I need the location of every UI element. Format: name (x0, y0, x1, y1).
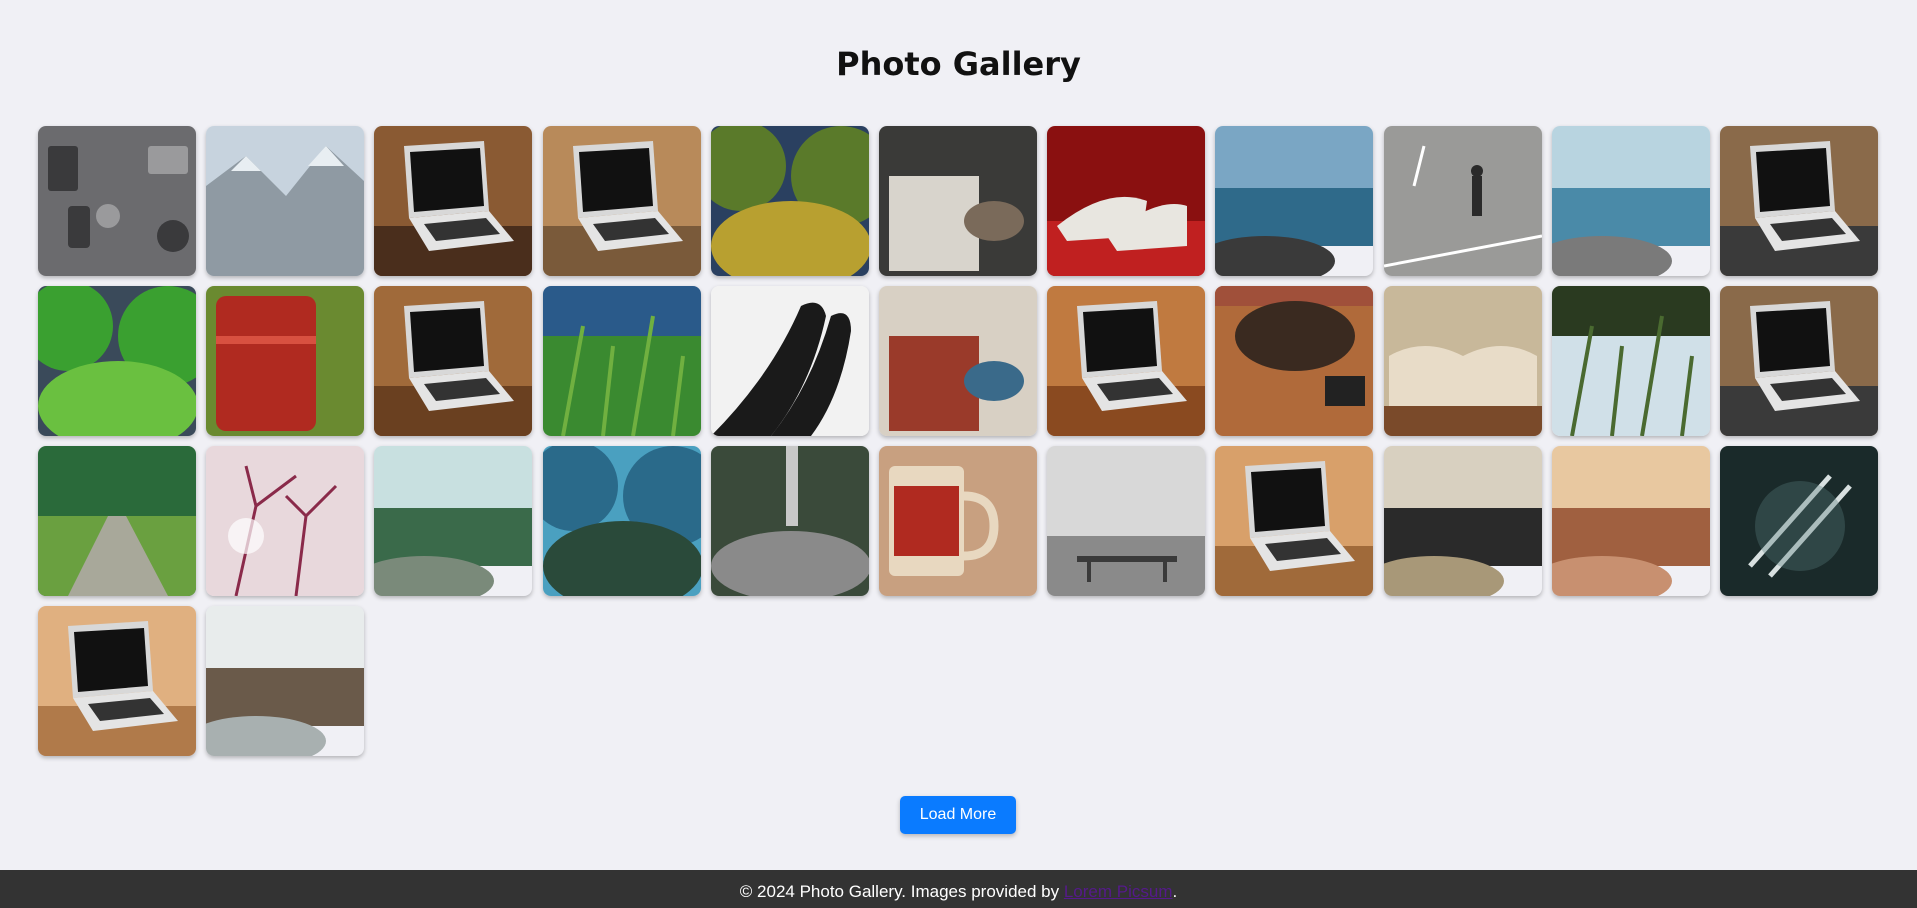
gallery-photo[interactable] (1719, 286, 1878, 436)
gallery-photo[interactable] (206, 606, 365, 756)
photo-image (542, 126, 701, 276)
gallery-photo[interactable] (38, 126, 196, 276)
gallery-photo[interactable] (1047, 446, 1206, 596)
gallery-photo[interactable] (374, 286, 533, 436)
gallery-photo[interactable] (374, 126, 533, 276)
photo-image (206, 446, 365, 596)
photo-image (710, 126, 869, 276)
photo-image (878, 126, 1037, 276)
gallery-photo[interactable] (878, 286, 1037, 436)
gallery-photo[interactable] (206, 126, 365, 276)
gallery-photo[interactable] (542, 446, 701, 596)
photo-image (710, 446, 869, 596)
gallery-photo[interactable] (1215, 446, 1374, 596)
gallery-photo[interactable] (710, 446, 869, 596)
photo-image (1551, 286, 1710, 436)
gallery-photo[interactable] (542, 126, 701, 276)
photo-image (1719, 286, 1878, 436)
gallery-photo[interactable] (38, 286, 196, 436)
gallery-photo[interactable] (1215, 126, 1374, 276)
photo-image (1047, 126, 1206, 276)
photo-image (1047, 446, 1206, 596)
gallery-photo[interactable] (1719, 126, 1878, 276)
footer-credit-link[interactable]: Lorem Picsum (1064, 882, 1173, 901)
gallery-photo[interactable] (1047, 126, 1206, 276)
photo-image (878, 446, 1037, 596)
footer-text-end: . (1172, 882, 1178, 901)
gallery-photo[interactable] (1383, 446, 1542, 596)
gallery-photo[interactable] (1047, 286, 1206, 436)
photo-image (1047, 286, 1206, 436)
gallery-photo[interactable] (878, 126, 1037, 276)
photo-image (542, 286, 701, 436)
gallery-photo[interactable] (206, 446, 365, 596)
photo-grid (38, 126, 1878, 756)
gallery-photo[interactable] (38, 446, 196, 596)
photo-image (374, 286, 533, 436)
photo-image (1719, 446, 1878, 596)
load-more-button[interactable]: Load More (900, 796, 1016, 834)
gallery-photo[interactable] (542, 286, 701, 436)
gallery-photo[interactable] (38, 606, 196, 756)
photo-image (1215, 286, 1374, 436)
gallery-photo[interactable] (1383, 126, 1542, 276)
photo-image (1383, 446, 1542, 596)
photo-image (206, 286, 365, 436)
photo-image (38, 606, 196, 756)
photo-image (1719, 126, 1878, 276)
photo-image (38, 446, 196, 596)
photo-image (374, 446, 533, 596)
photo-image (542, 446, 701, 596)
photo-image (1551, 126, 1710, 276)
photo-image (38, 286, 196, 436)
gallery-photo[interactable] (206, 286, 365, 436)
gallery-photo[interactable] (1719, 446, 1878, 596)
photo-image (206, 606, 365, 756)
gallery-photo[interactable] (878, 446, 1037, 596)
photo-image (1215, 446, 1374, 596)
photo-image (1383, 126, 1542, 276)
gallery-photo[interactable] (1551, 286, 1710, 436)
page-title: Photo Gallery (836, 45, 1081, 83)
gallery-photo[interactable] (1551, 126, 1710, 276)
photo-image (878, 286, 1037, 436)
photo-image (1383, 286, 1542, 436)
footer: © 2024 Photo Gallery. Images provided by… (0, 870, 1917, 908)
photo-image (1551, 446, 1710, 596)
gallery-photo[interactable] (1383, 286, 1542, 436)
gallery-photo[interactable] (710, 286, 869, 436)
footer-text: © 2024 Photo Gallery. Images provided by (739, 882, 1064, 901)
gallery-photo[interactable] (1215, 286, 1374, 436)
photo-image (206, 126, 365, 276)
gallery-photo[interactable] (1551, 446, 1710, 596)
photo-image (1215, 126, 1374, 276)
photo-image (38, 126, 196, 276)
gallery-photo[interactable] (710, 126, 869, 276)
gallery-photo[interactable] (374, 446, 533, 596)
photo-image (710, 286, 869, 436)
photo-image (374, 126, 533, 276)
